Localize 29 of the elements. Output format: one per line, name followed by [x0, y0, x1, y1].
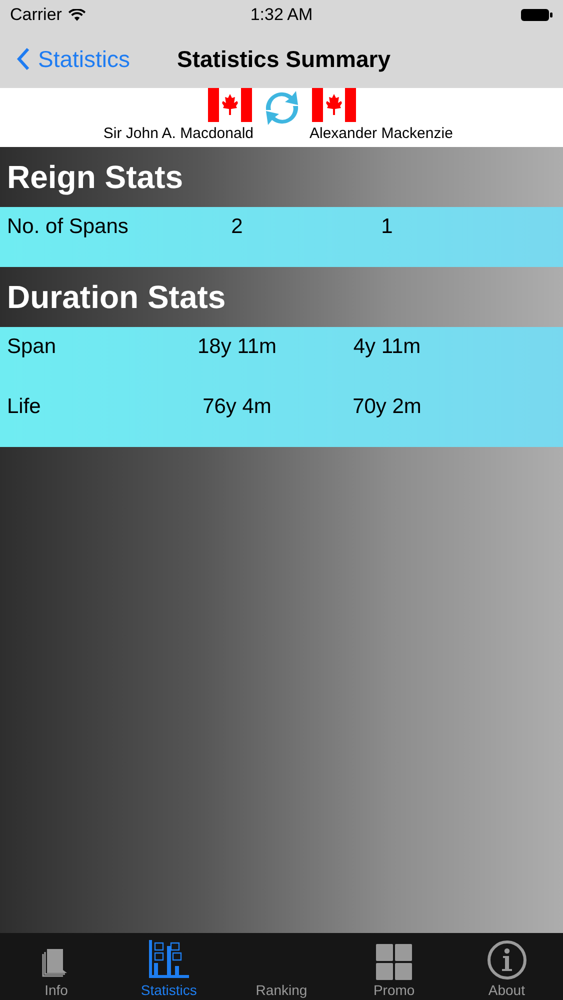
chart-icon [146, 938, 191, 980]
flag-icon [312, 88, 356, 122]
status-time: 1:32 AM [250, 5, 313, 25]
tab-item[interactable]: About [450, 933, 563, 1000]
stat-value: 1 [380, 215, 394, 239]
flag-icon [208, 88, 252, 122]
stat-value: 2 [230, 215, 244, 239]
chevron-icon [16, 47, 30, 71]
carrier-label: Carrier [10, 5, 62, 25]
battery-icon [521, 8, 553, 22]
screen-title: Statistics Summary [177, 46, 390, 72]
stat-value: 4y 11m [352, 335, 422, 359]
stat-value: 18y 11m [196, 335, 278, 359]
tab-item[interactable]: Ranking [225, 933, 338, 1000]
stat-label: Life [6, 395, 42, 419]
person-name: Sir John A. Macdonald [103, 125, 254, 142]
stat-label: No. of Spans [6, 215, 130, 239]
stat-value: 76y 4m [202, 395, 272, 419]
grid-icon [376, 944, 412, 980]
section-header: Reign Stats [6, 158, 184, 197]
person-name: Alexander Mackenzie [310, 125, 453, 142]
stat-label: Span [6, 335, 58, 359]
stat-value: 70y 2m [352, 395, 422, 419]
info-icon [486, 940, 527, 980]
tab-item[interactable]: Info [0, 933, 113, 1000]
wifi-icon [68, 8, 86, 22]
tab-item[interactable]: Promo [338, 933, 450, 1000]
tab-item[interactable]: Statistics [112, 933, 226, 1000]
section-header: Duration Stats [6, 278, 227, 316]
